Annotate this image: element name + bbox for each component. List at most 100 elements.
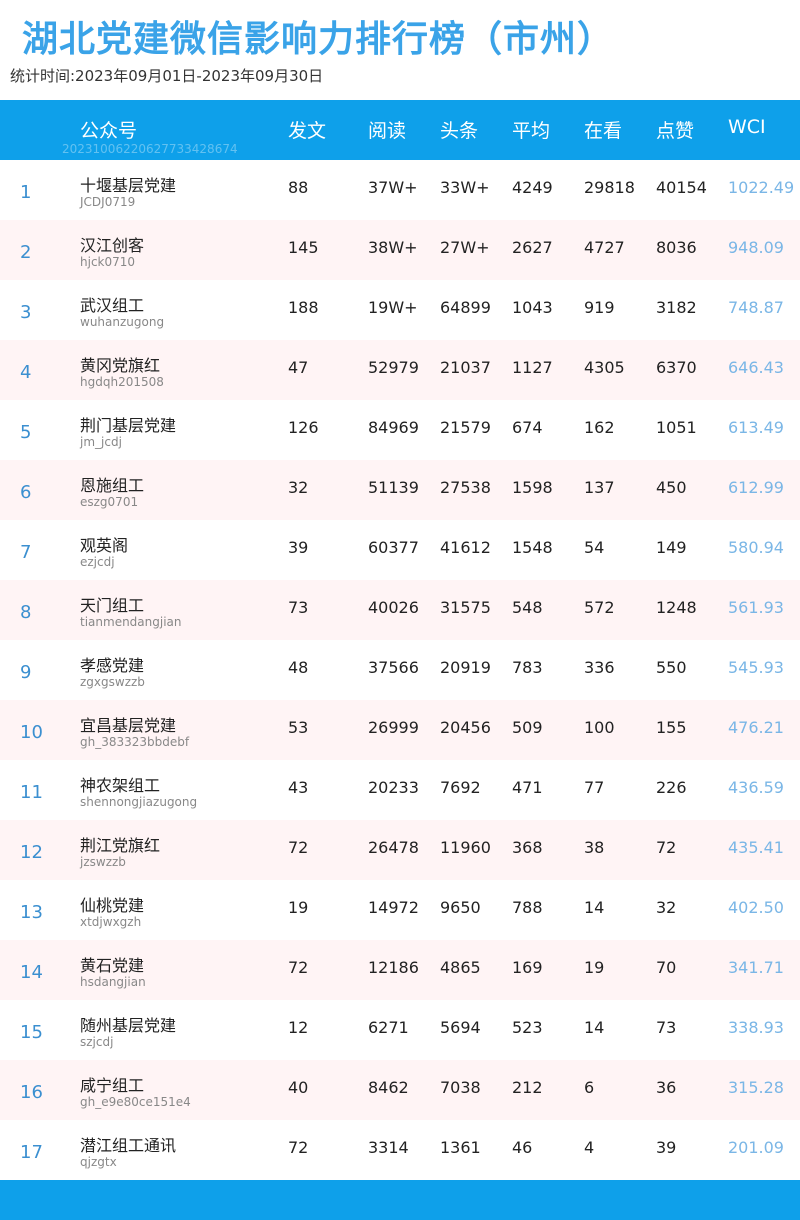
cell-posts: 40 bbox=[288, 1078, 309, 1097]
cell-reads: 37W+ bbox=[368, 178, 418, 197]
cell-posts: 19 bbox=[288, 898, 309, 917]
cell-wci: 613.49 bbox=[728, 418, 784, 437]
cell-average: 2627 bbox=[512, 238, 553, 257]
cell-average: 1127 bbox=[512, 358, 553, 377]
table-row[interactable]: 14 黄石党建 hsdangjian 72 12186 4865 169 19 70 341.71 bbox=[0, 940, 800, 1000]
table-row[interactable]: 1 十堰基层党建 JCDJ0719 88 37W+ 33W+ 4249 29818 40154 1… bbox=[0, 160, 800, 220]
table-row[interactable]: 7 观英阁 ezjcdj 39 60377 41612 1548 54 149 580.94 bbox=[0, 520, 800, 580]
cell-headline: 1361 bbox=[440, 1138, 481, 1157]
table-row[interactable]: 8 天门组工 tianmendangjian 73 40026 31575 548 572 12… bbox=[0, 580, 800, 640]
cell-likes: 8036 bbox=[656, 238, 697, 257]
table-row[interactable]: 2 汉江创客 hjck0710 145 38W+ 27W+ 2627 4727 8036 948.… bbox=[0, 220, 800, 280]
account-name: 观英阁 bbox=[80, 536, 129, 555]
cell-watching: 38 bbox=[584, 838, 605, 857]
cell-reads: 26478 bbox=[368, 838, 419, 857]
cell-posts: 39 bbox=[288, 538, 309, 557]
header-account[interactable]: 公众号 bbox=[80, 116, 137, 143]
table-row[interactable]: 4 黄冈党旗红 hgdqh201508 47 52979 21037 1127 4305 637… bbox=[0, 340, 800, 400]
cell-reads: 19W+ bbox=[368, 298, 418, 317]
cell-posts: 72 bbox=[288, 1138, 309, 1157]
cell-posts: 43 bbox=[288, 778, 309, 797]
account-name: 神农架组工 bbox=[80, 776, 161, 795]
cell-headline: 27538 bbox=[440, 478, 491, 497]
cell-reads: 84969 bbox=[368, 418, 419, 437]
rank-number: 17 bbox=[20, 1142, 43, 1163]
account-name: 黄冈党旗红 bbox=[80, 356, 161, 375]
table-row[interactable]: 6 恩施组工 eszg0701 32 51139 27538 1598 137 450 612.9… bbox=[0, 460, 800, 520]
cell-posts: 145 bbox=[288, 238, 319, 257]
cell-posts: 72 bbox=[288, 958, 309, 977]
account-id: wuhanzugong bbox=[80, 315, 165, 329]
table-row[interactable]: 15 随州基层党建 szjcdj 12 6271 5694 523 14 73 338.93 bbox=[0, 1000, 800, 1060]
rank-number: 1 bbox=[20, 182, 32, 203]
cell-wci: 580.94 bbox=[728, 538, 784, 557]
cell-likes: 149 bbox=[656, 538, 687, 557]
cell-likes: 32 bbox=[656, 898, 677, 917]
table-row[interactable]: 3 武汉组工 wuhanzugong 188 19W+ 64899 1043 919 3182 7… bbox=[0, 280, 800, 340]
cell-reads: 6271 bbox=[368, 1018, 409, 1037]
cell-watching: 14 bbox=[584, 898, 605, 917]
cell-likes: 226 bbox=[656, 778, 687, 797]
cell-headline: 20456 bbox=[440, 718, 491, 737]
cell-watching: 19 bbox=[584, 958, 605, 977]
account-id: zgxgswzzb bbox=[80, 675, 145, 689]
cell-posts: 72 bbox=[288, 838, 309, 857]
cell-headline: 21579 bbox=[440, 418, 491, 437]
header-likes[interactable]: 点赞 bbox=[656, 116, 694, 143]
cell-watching: 4727 bbox=[584, 238, 625, 257]
cell-watching: 336 bbox=[584, 658, 615, 677]
table-row[interactable]: 12 荆江党旗红 jzswzzb 72 26478 11960 368 38 72 435.41 bbox=[0, 820, 800, 880]
cell-likes: 40154 bbox=[656, 178, 707, 197]
cell-average: 368 bbox=[512, 838, 543, 857]
header-reads[interactable]: 阅读 bbox=[368, 116, 406, 143]
cell-wci: 612.99 bbox=[728, 478, 784, 497]
cell-likes: 70 bbox=[656, 958, 677, 977]
header-average[interactable]: 平均 bbox=[512, 116, 550, 143]
account-name: 宜昌基层党建 bbox=[80, 716, 177, 735]
table-row[interactable]: 5 荆门基层党建 jm_jcdj 126 84969 21579 674 162 1051 613… bbox=[0, 400, 800, 460]
table-row[interactable]: 13 仙桃党建 xtdjwxgzh 19 14972 9650 788 14 32 402.50 bbox=[0, 880, 800, 940]
table-header: 公众号 20231006220627733428674 发文 阅读 头条 平均 … bbox=[0, 100, 800, 160]
cell-average: 212 bbox=[512, 1078, 543, 1097]
cell-average: 46 bbox=[512, 1138, 533, 1157]
cell-average: 4249 bbox=[512, 178, 553, 197]
rank-number: 5 bbox=[20, 422, 32, 443]
account-id: qjzgtx bbox=[80, 1155, 117, 1169]
cell-reads: 40026 bbox=[368, 598, 419, 617]
cell-posts: 53 bbox=[288, 718, 309, 737]
account-id: xtdjwxgzh bbox=[80, 915, 142, 929]
cell-likes: 72 bbox=[656, 838, 677, 857]
table-row[interactable]: 10 宜昌基层党建 gh_383323bbdebf 53 26999 20456 509 10… bbox=[0, 700, 800, 760]
cell-likes: 39 bbox=[656, 1138, 677, 1157]
rank-number: 7 bbox=[20, 542, 32, 563]
cell-wci: 201.09 bbox=[728, 1138, 784, 1157]
header-watching[interactable]: 在看 bbox=[584, 116, 622, 143]
account-name: 孝感党建 bbox=[80, 656, 145, 675]
cell-reads: 12186 bbox=[368, 958, 419, 977]
rank-number: 10 bbox=[20, 722, 43, 743]
cell-wci: 561.93 bbox=[728, 598, 784, 617]
cell-watching: 77 bbox=[584, 778, 605, 797]
cell-wci: 646.43 bbox=[728, 358, 784, 377]
rank-number: 13 bbox=[20, 902, 43, 923]
table-row[interactable]: 17 潜江组工通讯 qjzgtx 72 3314 1361 46 4 39 201.09 bbox=[0, 1120, 800, 1180]
table-row[interactable]: 11 神农架组工 shennongjiazugong 43 20233 7692 471 77… bbox=[0, 760, 800, 820]
cell-watching: 54 bbox=[584, 538, 605, 557]
cell-reads: 26999 bbox=[368, 718, 419, 737]
cell-reads: 14972 bbox=[368, 898, 419, 917]
cell-headline: 11960 bbox=[440, 838, 491, 857]
cell-headline: 41612 bbox=[440, 538, 491, 557]
cell-reads: 8462 bbox=[368, 1078, 409, 1097]
table-row[interactable]: 16 咸宁组工 gh_e9e80ce151e4 40 8462 7038 212 6 36 315… bbox=[0, 1060, 800, 1120]
cell-reads: 20233 bbox=[368, 778, 419, 797]
cell-watching: 14 bbox=[584, 1018, 605, 1037]
table-row[interactable]: 9 孝感党建 zgxgswzzb 48 37566 20919 783 336 550 545.9… bbox=[0, 640, 800, 700]
cell-reads: 37566 bbox=[368, 658, 419, 677]
header-headline[interactable]: 头条 bbox=[440, 116, 478, 143]
rank-number: 8 bbox=[20, 602, 32, 623]
header-posts[interactable]: 发文 bbox=[288, 116, 326, 143]
header-wci[interactable]: WCI bbox=[728, 116, 766, 138]
cell-average: 674 bbox=[512, 418, 543, 437]
rank-number: 9 bbox=[20, 662, 32, 683]
cell-likes: 73 bbox=[656, 1018, 677, 1037]
